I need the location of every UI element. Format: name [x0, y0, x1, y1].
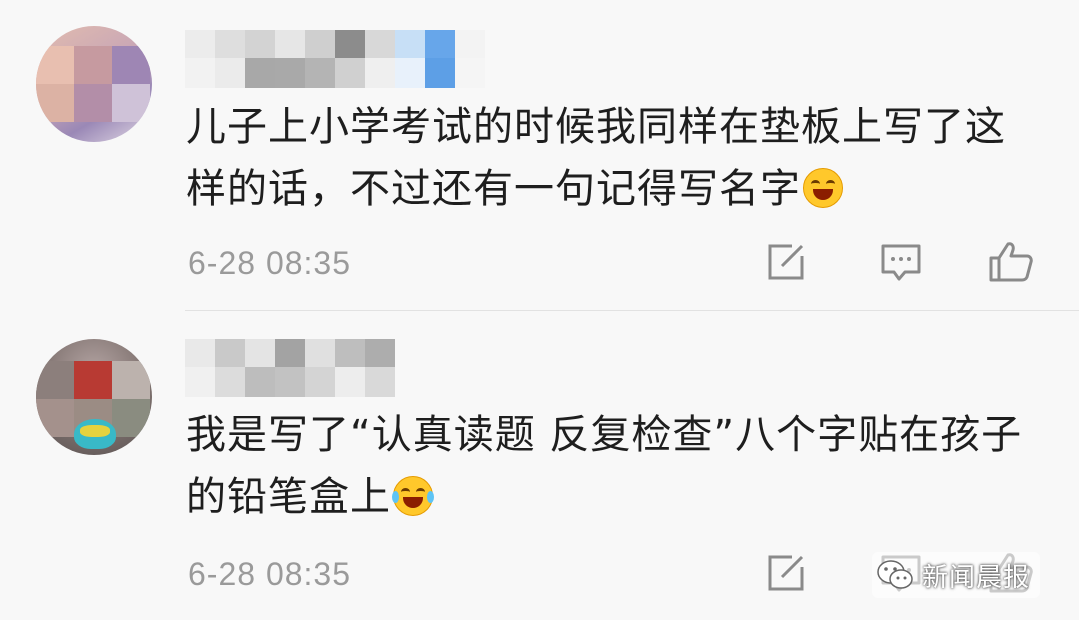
laughing-emoji: [803, 168, 843, 208]
comment-text: 我是写了“认真读题 反复检查”八个字贴在孩子的铅笔盒上: [186, 412, 1023, 520]
comment-text: 儿子上小学考试的时候我同样在垫板上写了这样的话，不过还有一句记得写名字: [186, 104, 1006, 212]
comment-actions: [762, 238, 1052, 288]
like-icon[interactable]: [987, 238, 1035, 286]
avatar[interactable]: [36, 339, 152, 455]
crying-laughing-emoji: [392, 476, 434, 516]
reply-icon[interactable]: [877, 238, 925, 286]
watermark: 新闻晨报: [872, 552, 1041, 598]
timestamp: 6-28 08:35: [188, 556, 352, 592]
watermark-text: 新闻晨报: [922, 562, 1031, 593]
edit-icon[interactable]: [762, 549, 810, 597]
avatar[interactable]: [36, 26, 152, 142]
wechat-logo-icon: [877, 560, 913, 589]
comment-item: 儿子上小学考试的时候我同样在垫板上写了这样的话，不过还有一句记得写名字 6-28…: [0, 0, 1079, 310]
timestamp: 6-28 08:35: [188, 245, 352, 281]
edit-icon[interactable]: [762, 238, 810, 286]
